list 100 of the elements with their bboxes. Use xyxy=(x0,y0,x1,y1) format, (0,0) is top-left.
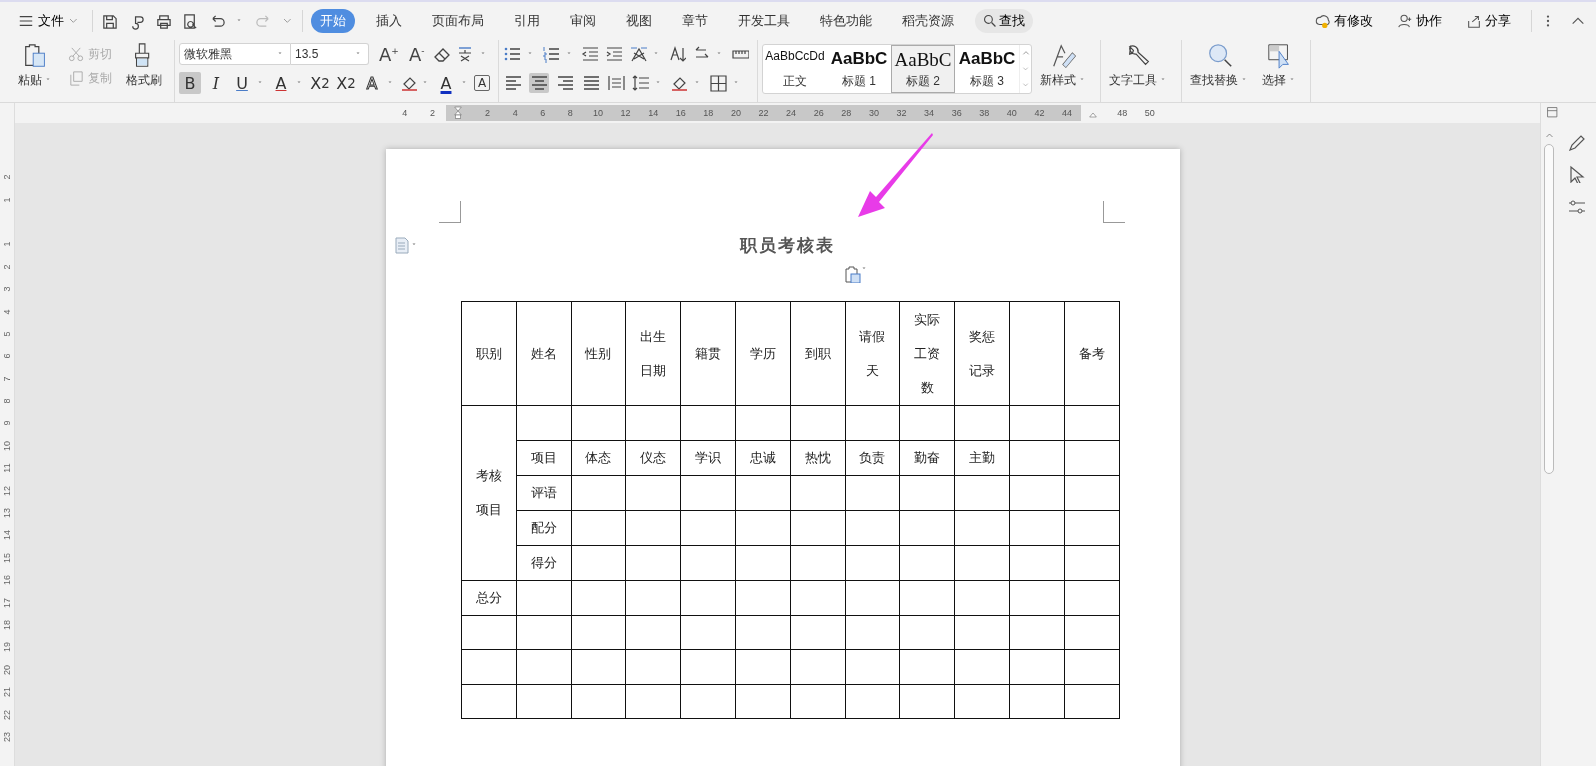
table-cell xyxy=(680,510,736,546)
ruler-number: 42 xyxy=(1033,107,1046,120)
ruler-number: 36 xyxy=(950,107,963,120)
indent-icon[interactable] xyxy=(605,45,623,63)
menu-tab[interactable]: 章节 xyxy=(673,9,717,33)
table-cell xyxy=(680,405,736,441)
format-painter-button[interactable]: 格式刷 xyxy=(122,42,166,89)
menu-tab[interactable]: 引用 xyxy=(505,9,549,33)
table-cell: 实际工资数 xyxy=(899,301,955,406)
paste-button[interactable]: 粘贴 xyxy=(14,42,58,89)
ruler-number: 8 xyxy=(2,398,12,404)
sort-icon[interactable] xyxy=(668,45,686,63)
table-cell xyxy=(790,405,846,441)
panel-icon[interactable] xyxy=(1546,106,1560,120)
font-size-dropdown[interactable]: 13.5 xyxy=(291,43,369,65)
table-cell: 热忱 xyxy=(790,440,846,476)
table-cell xyxy=(899,475,955,511)
table-cell xyxy=(680,580,736,616)
table-cell xyxy=(845,405,900,441)
sliders-icon[interactable] xyxy=(1566,197,1585,215)
character-border-button[interactable]: A xyxy=(474,75,490,91)
find-replace-button[interactable]: 查找替换 xyxy=(1186,42,1254,89)
ruler-number: 2 xyxy=(2,174,12,180)
table-cell xyxy=(845,615,900,650)
table-cell xyxy=(790,615,846,650)
table-cell xyxy=(1064,545,1120,581)
table-cell xyxy=(1009,475,1065,511)
table-cell: 性别 xyxy=(571,301,626,406)
toolbar-action[interactable]: 有修改 xyxy=(1309,11,1379,31)
menu-tab[interactable]: 视图 xyxy=(617,9,661,33)
scrollbar-thumb[interactable] xyxy=(1544,144,1554,474)
table-cell xyxy=(461,684,517,719)
table-cell xyxy=(1009,510,1065,546)
table-cell: 学识 xyxy=(680,440,736,476)
menu-tab[interactable]: 特色功能 xyxy=(811,9,881,33)
bullet-list-icon[interactable] xyxy=(503,45,521,63)
table-cell xyxy=(1009,545,1065,581)
ruler-number: 32 xyxy=(895,107,908,120)
align-button[interactable] xyxy=(503,73,523,93)
table-cell xyxy=(735,684,791,719)
toolbar-action[interactable]: 分享 xyxy=(1460,11,1517,31)
table-cell xyxy=(680,545,736,581)
search-button[interactable]: 查找 xyxy=(975,9,1033,33)
ruler-number: 12 xyxy=(619,107,632,120)
font-size-button[interactable]: A$^{-}$ xyxy=(406,43,427,65)
select-button[interactable]: 选择 xyxy=(1258,42,1302,89)
italic-button[interactable]: I xyxy=(205,72,227,94)
style-option[interactable]: AaBbC 标题 3 xyxy=(955,45,1019,93)
outdent-icon[interactable] xyxy=(581,45,599,63)
table-cell xyxy=(461,649,517,685)
pen-icon[interactable] xyxy=(1566,133,1585,151)
paste-options-icon[interactable] xyxy=(843,265,861,283)
table-cell xyxy=(1064,684,1120,719)
menu-tab[interactable]: 开发工具 xyxy=(729,9,799,33)
menu-tab[interactable]: 稻壳资源 xyxy=(893,9,963,33)
ruler-number: 22 xyxy=(757,107,770,120)
ruler-number: 19 xyxy=(2,642,12,653)
table-cell: 项目 xyxy=(516,440,572,476)
line-spacing-icon[interactable] xyxy=(631,74,649,92)
table-cell: 得分 xyxy=(516,545,572,581)
menu-tab[interactable]: 审阅 xyxy=(561,9,605,33)
numbered-list-icon[interactable] xyxy=(542,45,560,63)
menu-tab[interactable]: 页面布局 xyxy=(423,9,493,33)
print-preview-icon[interactable] xyxy=(182,12,199,30)
font-color-button[interactable]: A xyxy=(435,72,457,94)
table-cell xyxy=(571,615,626,650)
table-cell xyxy=(790,510,846,546)
toolbar-action[interactable]: 协作 xyxy=(1391,11,1448,31)
menu-tab[interactable]: 插入 xyxy=(367,9,411,33)
table-cell: 学历 xyxy=(735,301,791,406)
table-cell xyxy=(845,545,900,581)
table-cell xyxy=(899,649,955,685)
table-cell xyxy=(954,510,1010,546)
align-button[interactable] xyxy=(555,73,575,93)
new-style-button[interactable]: 新样式 xyxy=(1036,42,1092,89)
ruler-number: 8 xyxy=(566,107,574,120)
border-icon[interactable] xyxy=(709,74,727,92)
table-cell: 总分 xyxy=(461,580,517,616)
underline-button[interactable]: U xyxy=(231,72,253,94)
font-size-button[interactable]: A$^{+}$ xyxy=(377,43,401,65)
print-icon[interactable] xyxy=(155,12,172,30)
align-button[interactable] xyxy=(529,73,549,93)
style-option[interactable]: AaBbC 标题 1 xyxy=(827,45,891,93)
save-icon[interactable] xyxy=(101,12,118,30)
text-effect-button[interactable]: A xyxy=(361,72,383,94)
style-option[interactable]: AaBbC 标题 2 xyxy=(891,45,955,93)
font-name-dropdown[interactable]: 微软雅黑 xyxy=(179,43,291,65)
align-button[interactable] xyxy=(581,73,601,93)
table-cell xyxy=(899,545,955,581)
table-cell xyxy=(461,615,517,650)
ruler-number: 18 xyxy=(2,620,12,630)
file-menu[interactable]: 文件 xyxy=(14,10,84,32)
style-option[interactable]: AaBbCcDd 正文 xyxy=(763,45,827,93)
bold-button[interactable]: B xyxy=(179,72,201,94)
table-cell xyxy=(680,649,736,685)
table-cell xyxy=(954,545,1010,581)
ruler-number: 4 xyxy=(401,107,409,120)
distribute-icon[interactable] xyxy=(607,74,625,92)
text-tools-button[interactable]: 文字工具 xyxy=(1105,42,1173,89)
strikethrough-button[interactable]: A xyxy=(270,72,292,94)
